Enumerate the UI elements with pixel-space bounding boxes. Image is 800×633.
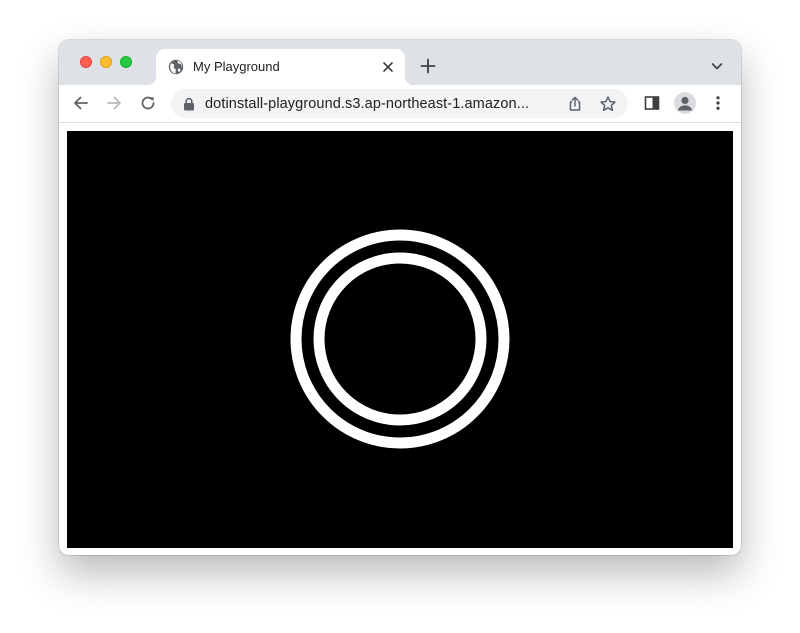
bookmark-star-icon[interactable]: [599, 95, 617, 113]
inner-ring: [313, 252, 487, 426]
forward-arrow-icon[interactable]: [105, 94, 123, 112]
url-text[interactable]: dotinstall-playground.s3.ap-northeast-1.…: [205, 96, 529, 112]
window-minimize-button[interactable]: [100, 56, 112, 68]
page-content: [59, 123, 741, 555]
playground-canvas[interactable]: [67, 131, 733, 548]
side-panel-icon[interactable]: [643, 94, 661, 112]
back-arrow-icon[interactable]: [72, 94, 90, 112]
tab-title: My Playground: [193, 59, 280, 74]
browser-window: My Playground dotinstall-playground.s3.a…: [59, 40, 741, 555]
globe-icon: [168, 59, 184, 75]
share-icon[interactable]: [566, 95, 584, 113]
tab-my-playground[interactable]: My Playground: [156, 49, 405, 85]
profile-icon: [677, 96, 693, 111]
chevron-down-icon[interactable]: [711, 61, 723, 71]
browser-toolbar: dotinstall-playground.s3.ap-northeast-1.…: [59, 85, 741, 123]
profile-avatar[interactable]: [674, 92, 696, 114]
window-maximize-button[interactable]: [120, 56, 132, 68]
canvas-drawing: [290, 229, 510, 449]
close-tab-icon[interactable]: [381, 60, 395, 74]
new-tab-icon[interactable]: [420, 58, 436, 74]
outer-ring: [290, 229, 510, 449]
tab-strip: My Playground: [59, 40, 741, 85]
lock-icon[interactable]: [183, 97, 195, 111]
address-bar[interactable]: dotinstall-playground.s3.ap-northeast-1.…: [171, 89, 628, 118]
window-close-button[interactable]: [80, 56, 92, 68]
reload-icon[interactable]: [139, 94, 157, 112]
menu-dots-icon[interactable]: [709, 94, 727, 112]
